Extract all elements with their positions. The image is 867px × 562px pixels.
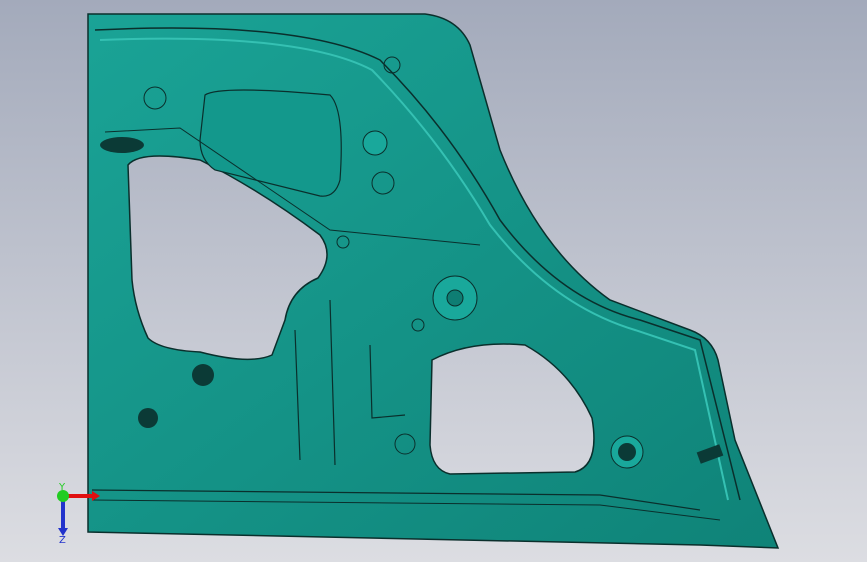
panel-body: [87, 13, 780, 549]
graphics-viewport[interactable]: Y Z: [0, 0, 867, 562]
window-recess: [199, 89, 342, 197]
z-axis-label: Z: [59, 535, 66, 546]
door-inner-panel-model[interactable]: Y Z: [0, 0, 867, 562]
y-axis-label: Y: [58, 482, 66, 493]
